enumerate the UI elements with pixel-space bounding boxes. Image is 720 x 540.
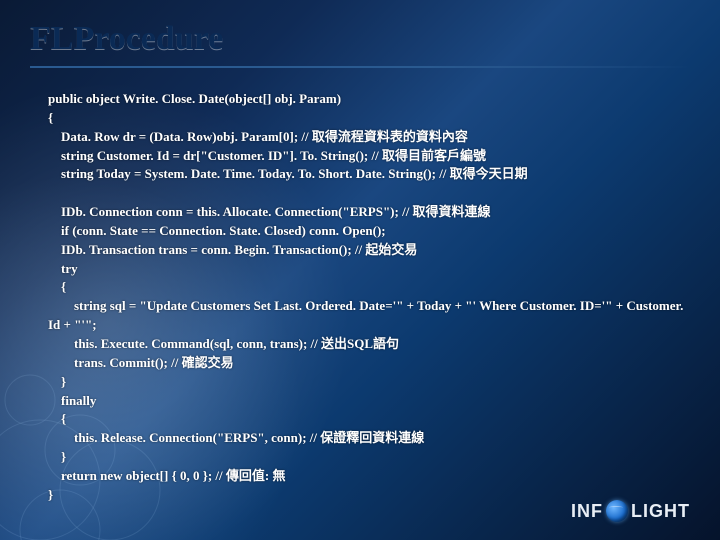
globe-icon bbox=[606, 500, 628, 522]
title-underline bbox=[30, 66, 690, 68]
logo-text-right: LIGHT bbox=[631, 501, 690, 522]
logo-text-left: INF bbox=[571, 501, 603, 522]
title-area: FLProcedure bbox=[30, 20, 690, 68]
slide: FLProcedure public object Write. Close. … bbox=[0, 0, 720, 540]
slide-title: FLProcedure bbox=[30, 20, 690, 60]
brand-logo: INF LIGHT bbox=[571, 500, 690, 522]
code-block: public object Write. Close. Date(object[… bbox=[48, 90, 690, 505]
